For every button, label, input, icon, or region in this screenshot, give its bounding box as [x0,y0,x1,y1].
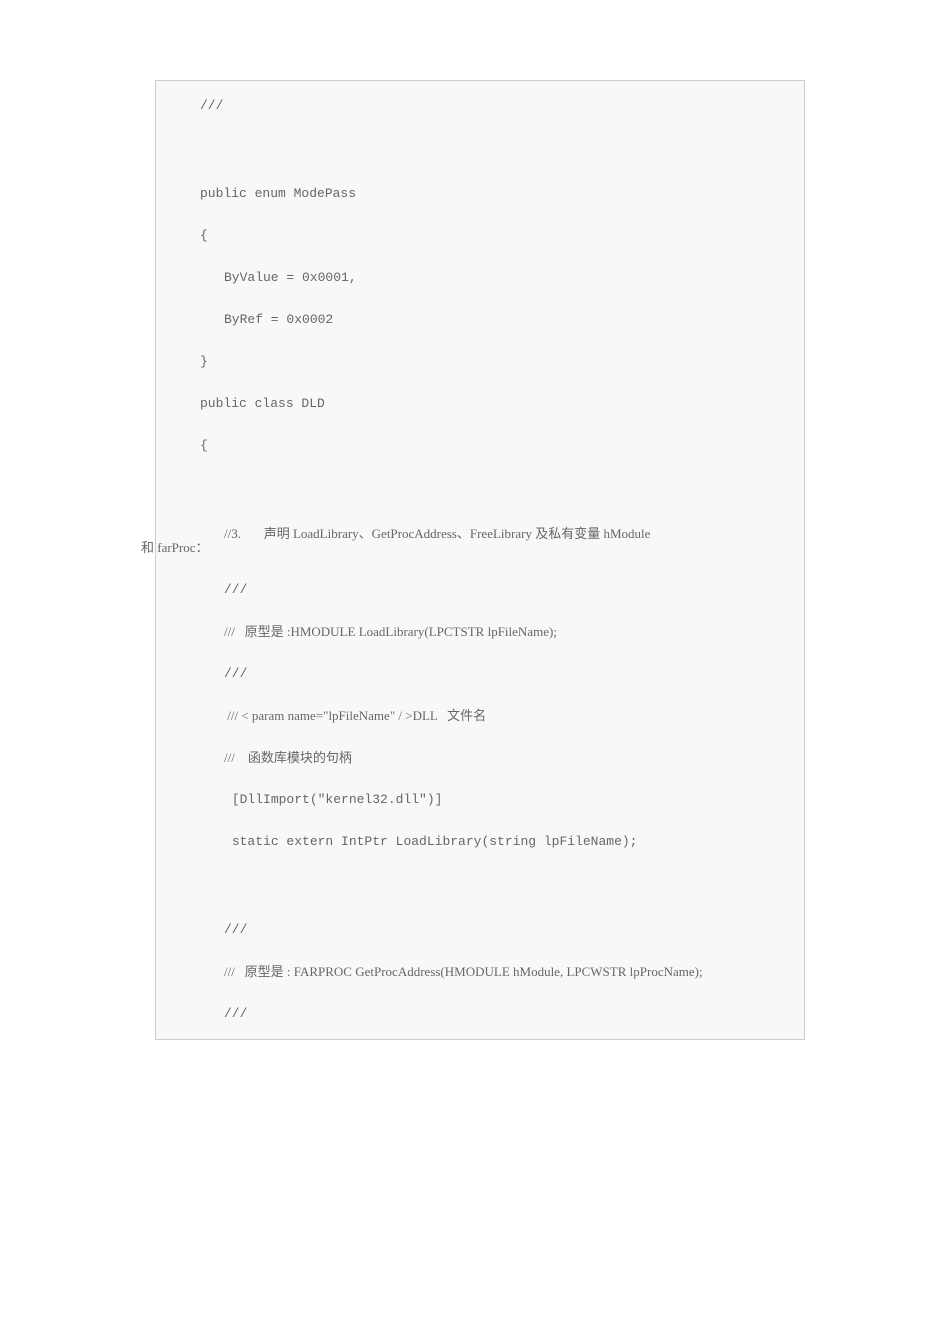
code-line: { [176,229,784,243]
blank-line [176,895,784,923]
code-line: static extern IntPtr LoadLibrary(string … [176,835,784,849]
code-block: /// public enum ModePass { ByValue = 0x0… [155,80,805,1040]
code-line: /// [176,667,784,681]
blank-line [176,849,784,895]
code-line: /// 原型是 :HMODULE LoadLibrary(LPCTSTR lpF… [176,625,784,639]
blank-line [176,979,784,1007]
code-line: //3. 声明 LoadLibrary、GetProcAddress、FreeL… [176,527,784,541]
blank-line [176,113,784,159]
document-page: /// public enum ModePass { ByValue = 0x0… [0,0,945,1120]
code-line: { [176,439,784,453]
code-line: /// < param name="lpFileName" / >DLL 文件名 [176,709,784,723]
code-line: public class DLD [176,397,784,411]
code-line: /// [176,923,784,937]
blank-line [176,201,784,229]
code-line: ByRef = 0x0002 [176,313,784,327]
code-line: ByValue = 0x0001, [176,271,784,285]
blank-line [176,555,784,583]
code-line: /// [176,583,784,597]
blank-line [176,723,784,751]
blank-line [176,243,784,271]
blank-line [176,285,784,313]
blank-line [176,597,784,625]
blank-line [176,681,784,709]
blank-line [176,807,784,835]
code-line: /// [176,99,784,113]
blank-line [176,369,784,397]
code-line: /// 原型是 : FARPROC GetProcAddress(HMODULE… [176,965,784,979]
code-line: public enum ModePass [176,187,784,201]
code-line: } [176,355,784,369]
code-line-wrap: 和 farProc： [141,541,784,555]
blank-line [176,159,784,187]
blank-line [176,765,784,793]
code-line: /// 函数库模块的句柄 [176,751,784,765]
blank-line [176,453,784,499]
code-line: /// [176,1007,784,1021]
blank-line [176,327,784,355]
blank-line [176,937,784,965]
code-line: [DllImport("kernel32.dll")] [176,793,784,807]
blank-line [176,639,784,667]
blank-line [176,499,784,527]
blank-line [176,411,784,439]
